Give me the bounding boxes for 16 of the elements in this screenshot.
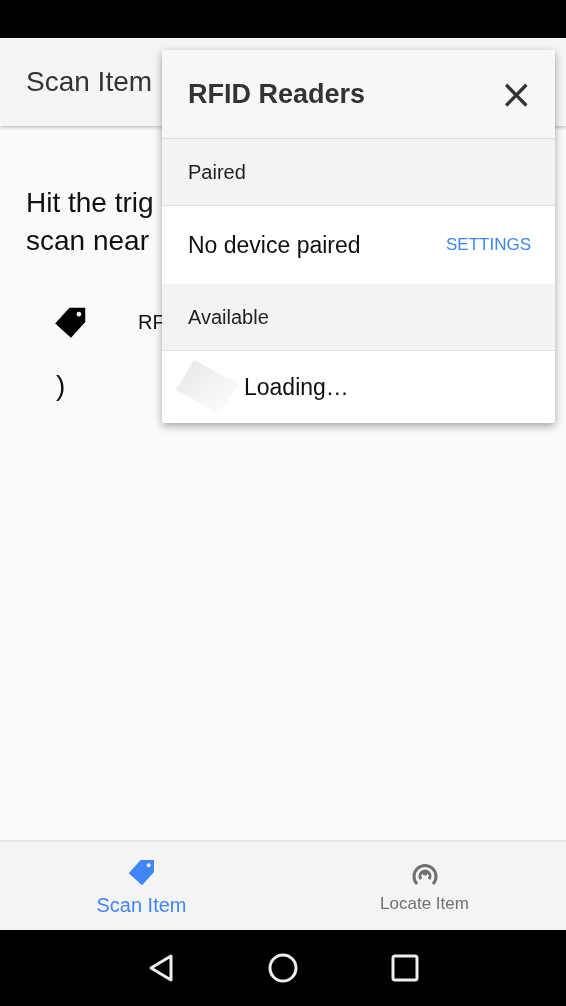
loading-text: Loading…: [244, 373, 349, 401]
home-icon[interactable]: [268, 953, 298, 983]
app-title: Scan Item: [26, 66, 153, 98]
dialog-title: RFID Readers: [188, 78, 366, 110]
recents-icon[interactable]: [391, 954, 420, 982]
instruction-text: scan near: [26, 224, 149, 258]
section-header: Paired: [162, 139, 555, 206]
close-button[interactable]: ×: [499, 74, 533, 114]
settings-button[interactable]: SETTINGS: [446, 235, 531, 255]
empty-message: No device paired: [188, 231, 361, 259]
reader-label: RF: [138, 310, 165, 334]
status-text: ): [56, 370, 66, 402]
instruction-text: Hit the trig: [26, 186, 154, 220]
nav-tab[interactable]: Scan Item: [0, 842, 283, 930]
nav-tab[interactable]: Locate Item: [283, 842, 566, 930]
section-header: Available: [162, 284, 555, 351]
